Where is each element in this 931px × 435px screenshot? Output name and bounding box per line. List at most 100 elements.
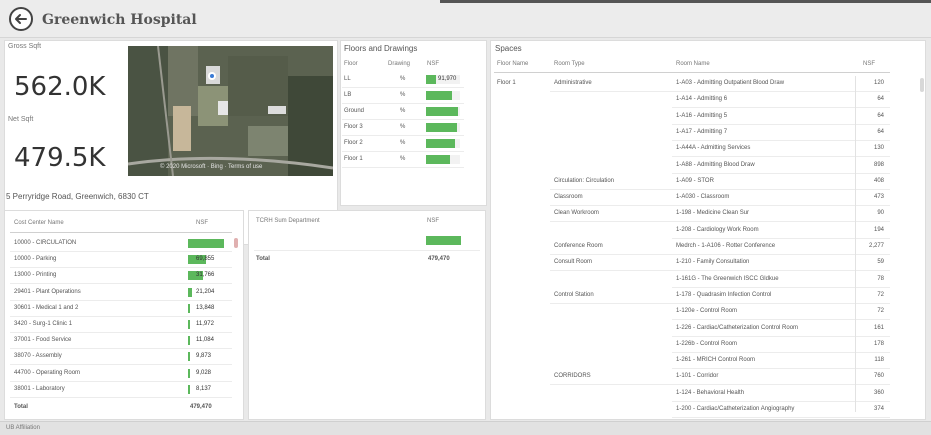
cost-center-name[interactable]: 13000 - Printing xyxy=(14,272,56,278)
cost-center-name[interactable]: 30601 - Medical 1 and 2 xyxy=(14,305,78,311)
space-room-name[interactable]: 1-198 - Medicine Clean Sur xyxy=(676,210,749,216)
cost-center-value: 31,766 xyxy=(196,272,215,279)
space-room-name[interactable]: 1-124 - Behavioral Health xyxy=(676,390,744,396)
department-total-value: 479,470 xyxy=(428,256,450,262)
space-room-name[interactable]: Medrch - 1-A106 - Rotter Conference xyxy=(676,243,775,249)
space-room-name[interactable]: 1-226 - Cardiac/Catheterization Control … xyxy=(676,325,798,331)
cost-center-value: 69,855 xyxy=(196,256,215,263)
cost-center-name[interactable]: 29401 - Plant Operations xyxy=(14,289,81,295)
space-room-name[interactable]: 1-200 - Cardiac/Catheterization Angiogra… xyxy=(676,406,794,412)
space-room-name[interactable]: 1-208 - Cardiology Work Room xyxy=(676,227,759,233)
floor-row-divider xyxy=(342,151,464,152)
space-room-type[interactable]: Clean Workroom xyxy=(554,210,599,216)
space-room-type[interactable]: Administrative xyxy=(554,80,592,86)
space-room-name[interactable]: 1-101 - Corridor xyxy=(676,373,718,379)
cost-center-name[interactable]: 3420 - Surg-1 Clinic 1 xyxy=(14,321,72,327)
space-room-type[interactable]: CORRIDORS xyxy=(554,373,591,379)
space-room-type[interactable]: Conference Room xyxy=(554,243,603,249)
cost-center-bar xyxy=(188,368,190,378)
cost-center-name[interactable]: 38001 - Laboratory xyxy=(14,386,65,392)
space-row-divider xyxy=(672,237,890,239)
cost-center-value: 11,972 xyxy=(196,321,214,327)
floor-name[interactable]: Floor 3 xyxy=(344,124,363,130)
spaces-title: Spaces xyxy=(495,44,522,53)
space-room-type[interactable]: Classroom xyxy=(554,194,583,200)
cost-center-row-divider xyxy=(10,315,232,317)
space-room-name[interactable]: 1-A44A - Admitting Services xyxy=(676,145,750,151)
back-button[interactable] xyxy=(9,7,33,31)
cost-center-name[interactable]: 37001 - Food Service xyxy=(14,337,71,343)
floors-header-drawing[interactable]: Drawing xyxy=(388,61,410,67)
space-room-name[interactable]: 1-178 - Quadrasim Infection Control xyxy=(676,292,771,298)
floor-drawing-link[interactable]: % xyxy=(400,140,405,146)
status-bar-text: UB Affiliation xyxy=(6,425,40,431)
spaces-header-floor[interactable]: Floor Name xyxy=(497,61,528,67)
floor-name[interactable]: Ground xyxy=(344,108,364,114)
floor-name[interactable]: Floor 2 xyxy=(344,140,363,146)
cost-center-row-divider xyxy=(10,299,232,301)
space-room-name[interactable]: 1-A17 - Admitting 7 xyxy=(676,129,727,135)
cost-center-header-name[interactable]: Cost Center Name xyxy=(14,220,64,226)
cost-center-name[interactable]: 44700 - Operating Room xyxy=(14,370,80,376)
header-accent-line xyxy=(440,0,931,3)
cost-center-row-divider xyxy=(10,380,232,382)
floor-drawing-link[interactable]: % xyxy=(400,76,405,82)
cost-center-name[interactable]: 10000 - CIRCULATION xyxy=(14,240,76,246)
floor-name[interactable]: LB xyxy=(344,92,351,98)
cost-center-value: 9,028 xyxy=(196,369,212,376)
space-room-name[interactable]: 1-210 - Family Consultation xyxy=(676,259,749,265)
aerial-map-image xyxy=(128,46,333,176)
floor-drawing-link[interactable]: % xyxy=(400,124,405,130)
floors-header-floor[interactable]: Floor xyxy=(344,61,358,67)
space-room-name[interactable]: 1-A09 - STOR xyxy=(676,178,714,184)
floor-drawing-link[interactable]: % xyxy=(400,156,405,162)
floor-row-divider xyxy=(342,87,464,88)
space-room-type[interactable]: Control Station xyxy=(554,292,594,298)
net-sqft-label: Net Sqft xyxy=(8,116,34,123)
space-room-name[interactable]: 1-A14 - Admitting 6 xyxy=(676,96,727,102)
spaces-scrollbar[interactable] xyxy=(920,78,924,92)
cost-center-value: 11,084 xyxy=(196,337,214,344)
space-row-divider xyxy=(550,205,890,207)
space-room-name[interactable]: 1-226b - Control Room xyxy=(676,341,737,347)
floors-drawings-panel xyxy=(340,40,487,206)
floor-drawing-link[interactable]: % xyxy=(400,92,405,98)
cost-center-scrollbar[interactable] xyxy=(234,238,238,248)
floors-header-nsf[interactable]: NSF xyxy=(427,61,439,67)
cost-center-value: 8,137 xyxy=(196,385,212,392)
space-room-name[interactable]: 1-A88 - Admitting Blood Draw xyxy=(676,162,755,168)
cost-center-name[interactable]: 38070 - Assembly xyxy=(14,353,62,359)
floor-nsf-bar xyxy=(426,75,436,84)
space-room-name[interactable]: 1-261 - MRICH Control Room xyxy=(676,357,755,363)
floor-name[interactable]: Floor 1 xyxy=(344,156,363,162)
cost-center-total-value: 479,470 xyxy=(190,404,212,410)
spaces-header-room[interactable]: Room Name xyxy=(676,61,710,67)
floor-drawing-link[interactable]: % xyxy=(400,108,405,114)
aerial-map[interactable]: © 2020 Microsoft · Bing · Terms of use xyxy=(128,46,333,176)
cost-center-total-label: Total xyxy=(14,404,28,410)
space-room-name[interactable]: 1-A030 - Classroom xyxy=(676,194,729,200)
space-row-divider xyxy=(672,286,890,288)
spaces-header-type[interactable]: Room Type xyxy=(554,61,585,67)
spaces-nsf-column-line xyxy=(855,76,856,412)
status-bar: UB Affiliation xyxy=(0,421,931,435)
space-room-name[interactable]: 1-A03 - Admitting Outpatient Blood Draw xyxy=(676,80,784,86)
space-room-type[interactable]: Consult Room xyxy=(554,259,592,265)
floor-nsf-bar xyxy=(426,107,458,116)
department-header-name[interactable]: TCRH Sum Department xyxy=(256,218,320,224)
spaces-header-nsf[interactable]: NSF xyxy=(863,61,875,67)
space-room-type[interactable]: Circulation: Circulation xyxy=(554,178,614,184)
floor-name[interactable]: LL xyxy=(344,76,351,82)
department-header-nsf[interactable]: NSF xyxy=(427,218,439,224)
cost-center-value: 21,204 xyxy=(196,288,215,295)
spaces-floor-name[interactable]: Floor 1 xyxy=(497,80,516,86)
space-room-name[interactable]: 1-A16 - Admitting 5 xyxy=(676,113,727,119)
gross-sqft-label: Gross Sqft xyxy=(8,43,42,50)
floor-row-divider xyxy=(342,103,464,104)
cost-center-header-nsf[interactable]: NSF xyxy=(196,220,208,226)
cost-center-name[interactable]: 10000 - Parking xyxy=(14,256,56,262)
space-room-name[interactable]: 1-120e - Control Room xyxy=(676,308,737,314)
space-room-name[interactable]: 1-161G - The Greenwich ISCC Gldkue xyxy=(676,276,779,282)
cost-center-bar xyxy=(188,320,190,329)
department-total-label: Total xyxy=(256,256,270,262)
